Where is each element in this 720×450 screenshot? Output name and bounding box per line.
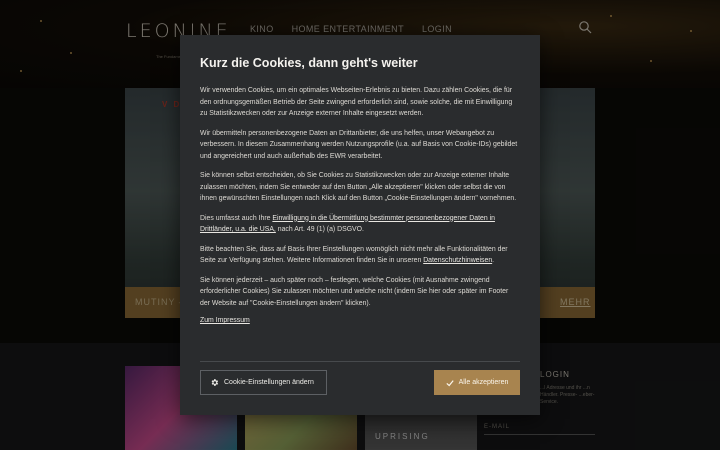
gear-icon [211,379,219,386]
imprint-link[interactable]: Zum Impressum [200,317,520,324]
cookie-settings-label: Cookie-Einstellungen ändern [224,379,314,386]
consent-text-after: nach Art. 49 (1) (a) DSGVO. [275,226,364,233]
cookie-paragraph-choice: Sie können selbst entscheiden, ob Sie Co… [200,172,517,202]
cookie-settings-button[interactable]: Cookie-Einstellungen ändern [200,370,327,395]
functionality-text-after: . [492,257,495,264]
cookie-paragraph-later: Sie können jederzeit – auch später noch … [200,276,509,307]
cookie-consent-dialog: Kurz die Cookies, dann geht's weiter Wir… [180,35,540,415]
cookie-paragraph-consent: Dies umfasst auch Ihre Einwilligung in d… [200,213,520,236]
accept-all-button[interactable]: Alle akzeptieren [434,370,520,395]
check-icon [445,379,454,386]
cookie-paragraph-intro: Wir verwenden Cookies, um ein optimales … [200,87,513,117]
accept-all-label: Alle akzeptieren [458,379,509,386]
cookie-dialog-title: Kurz die Cookies, dann geht's weiter [200,56,418,70]
dialog-divider [200,361,520,362]
cookie-paragraph-functionality: Bitte beachten Sie, dass auf Basis Ihrer… [200,244,520,267]
consent-text-before: Dies umfasst auch Ihre [200,214,273,222]
cookie-paragraph-third-parties: Wir übermitteln personenbezogene Daten a… [200,129,518,160]
privacy-policy-link[interactable]: Datenschutzhinweisen [423,257,492,264]
